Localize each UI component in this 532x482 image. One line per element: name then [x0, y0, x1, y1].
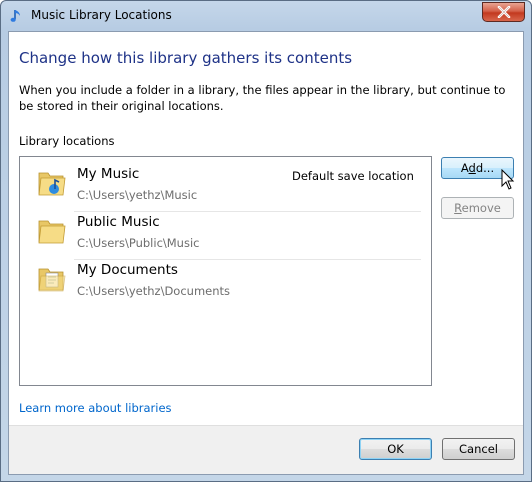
close-icon	[497, 6, 511, 18]
learn-more-link[interactable]: Learn more about libraries	[19, 401, 172, 415]
location-name: My Music	[77, 166, 140, 182]
library-locations-list[interactable]: My Music C:\Users\yethz\Music Default sa…	[19, 156, 432, 386]
title-bar[interactable]: Music Library Locations	[1, 1, 531, 31]
location-name: My Documents	[77, 262, 178, 278]
dialog-window: Music Library Locations Change how this …	[0, 0, 532, 482]
music-folder-icon	[36, 167, 68, 199]
list-item[interactable]: My Music C:\Users\yethz\Music Default sa…	[20, 157, 431, 205]
location-path: C:\Users\Public\Music	[77, 236, 200, 250]
window-title: Music Library Locations	[31, 8, 172, 22]
location-path: C:\Users\yethz\Documents	[77, 284, 231, 298]
remove-label-suffix: emove	[461, 201, 501, 215]
dialog-footer: OK Cancel	[9, 426, 523, 474]
list-item[interactable]: Public Music C:\Users\Public\Music	[20, 205, 431, 253]
dialog-content: Change how this library gathers its cont…	[8, 31, 524, 475]
list-item[interactable]: My Documents C:\Users\yethz\Documents	[20, 253, 431, 301]
add-label-accesskey: d	[468, 161, 476, 175]
remove-button[interactable]: Remove	[441, 197, 514, 219]
library-locations-label: Library locations	[19, 134, 115, 148]
location-path: C:\Users\yethz\Music	[77, 188, 198, 202]
remove-label-accesskey: R	[454, 201, 462, 215]
location-name: Public Music	[77, 214, 160, 230]
ok-button[interactable]: OK	[359, 438, 432, 460]
description-text: When you include a folder in a library, …	[19, 83, 506, 113]
close-button[interactable]	[482, 2, 525, 22]
add-label-prefix: A	[460, 161, 469, 175]
documents-folder-icon	[36, 263, 68, 295]
cancel-button[interactable]: Cancel	[442, 438, 515, 460]
music-note-icon	[9, 8, 25, 24]
default-save-badge: Default save location	[292, 169, 414, 183]
add-label-suffix: d...	[475, 161, 495, 175]
page-title: Change how this library gathers its cont…	[19, 49, 353, 67]
folder-icon	[36, 215, 68, 247]
mouse-pointer-icon	[501, 168, 515, 194]
